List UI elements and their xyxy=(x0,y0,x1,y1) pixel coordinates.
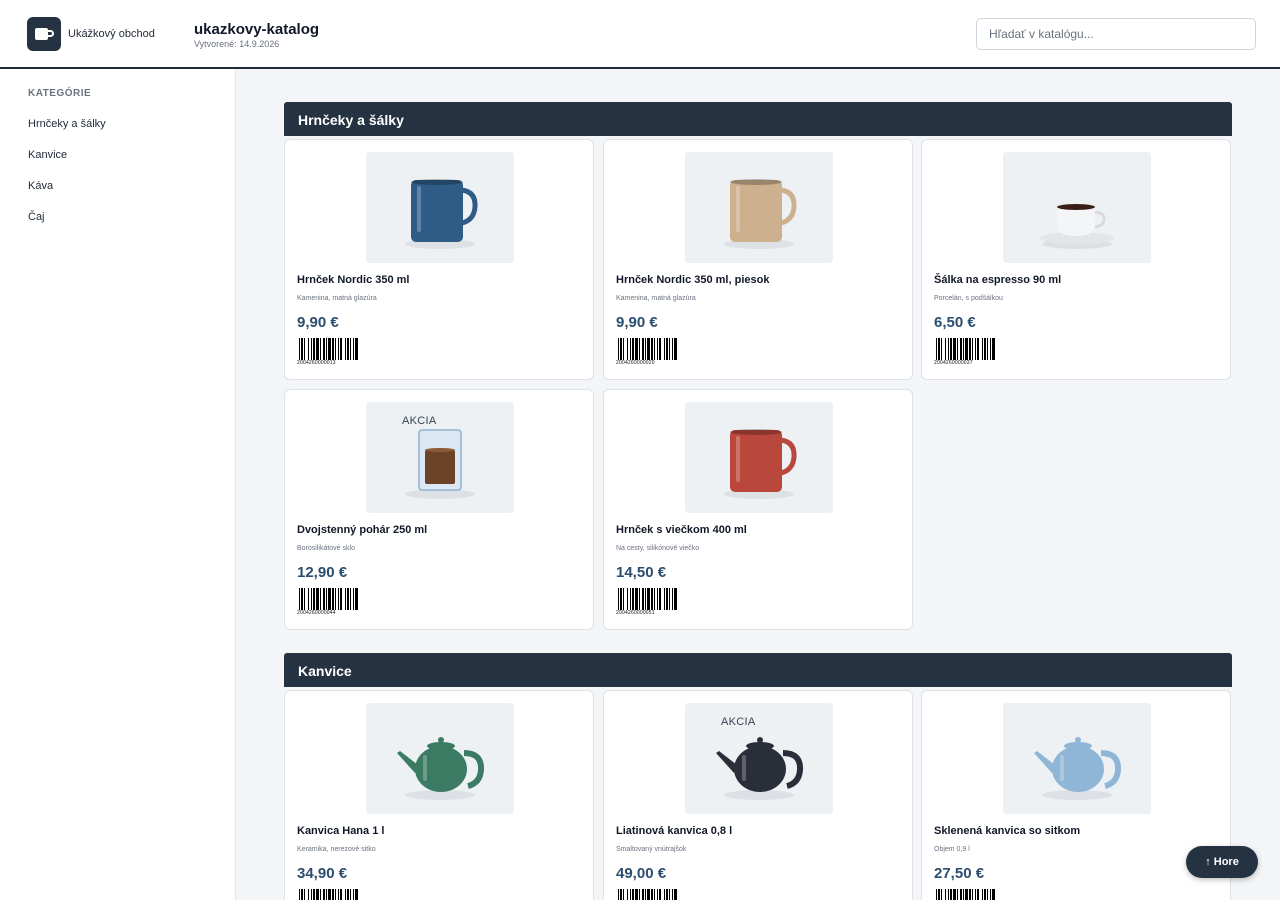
product-price: 34,90 € xyxy=(297,865,348,882)
sale-badge: AKCIA xyxy=(402,415,437,427)
product-name[interactable]: Kanvica Hana 1 l xyxy=(297,825,384,837)
product-card[interactable]: Sklenená kanvica so sitkom Objem 0,9 l 27,… xyxy=(921,690,1231,900)
product-description: Porcelán, s podšálkou xyxy=(934,295,1003,302)
product-card[interactable]: AKCIA Liatinová kanvica 0,8 l Smaltovaný v… xyxy=(603,690,913,900)
barcode-icon xyxy=(616,588,686,610)
product-description: Kamenina, matná glazúra xyxy=(297,295,377,302)
product-image[interactable]: AKCIA xyxy=(685,703,833,814)
header: Ukážkový obchod ukazkovy-katalog Vytvore… xyxy=(0,0,1280,69)
product-card[interactable]: Šálka na espresso 90 ml Porcelán, s podšá… xyxy=(921,139,1231,380)
sidebar-item-kanvice[interactable]: Kanvice xyxy=(28,149,67,161)
title-block: ukazkovy-katalog Vytvorené: 14.9.2026 xyxy=(194,21,319,50)
barcode-icon xyxy=(616,338,686,360)
product-description: Borosilikátové sklo xyxy=(297,545,355,552)
sidebar-heading: KATEGÓRIE xyxy=(28,88,92,99)
product-price: 6,50 € xyxy=(934,314,976,331)
product-name[interactable]: Hrnček Nordic 350 ml, piesok xyxy=(616,274,769,286)
product-card[interactable]: Kanvica Hana 1 l Keramika, nerezové sitko… xyxy=(284,690,594,900)
product-price: 9,90 € xyxy=(616,314,658,331)
barcode-icon xyxy=(297,588,367,610)
product-price: 14,50 € xyxy=(616,564,667,581)
product-ean: 2004260000013 xyxy=(297,360,336,366)
product-name[interactable]: Dvojstenný pohár 250 ml xyxy=(297,524,427,536)
product-ean: 2004260000051 xyxy=(616,610,655,616)
product-card[interactable]: AKCIA Dvojstenný pohár 250 ml Borosilikáto… xyxy=(284,389,594,630)
back-to-top-button[interactable]: ↑ Hore xyxy=(1186,846,1258,878)
barcode-icon xyxy=(297,889,367,900)
page-title: ukazkovy-katalog xyxy=(194,21,320,38)
product-image[interactable] xyxy=(1003,703,1151,814)
product-image[interactable] xyxy=(685,402,833,513)
product-ean: 2004260000037 xyxy=(934,360,973,366)
product-name[interactable]: Liatinová kanvica 0,8 l xyxy=(616,825,732,837)
product-image[interactable] xyxy=(1003,152,1151,263)
product-ean: 2004260000020 xyxy=(616,360,655,366)
search-input[interactable] xyxy=(976,18,1256,50)
product-description: Na cesty, silikónové viečko xyxy=(616,545,700,552)
product-description: Kamenina, matná glazúra xyxy=(616,295,696,302)
product-card[interactable]: Hrnček Nordic 350 ml Kamenina, matná glaz… xyxy=(284,139,594,380)
barcode-icon xyxy=(934,889,1004,900)
product-description: Smaltovaný vnútrajšok xyxy=(616,846,687,853)
product-name[interactable]: Sklenená kanvica so sitkom xyxy=(934,825,1080,837)
product-card[interactable]: Hrnček s viečkom 400 ml Na cesty, silikón… xyxy=(603,389,913,630)
barcode-icon xyxy=(297,338,367,360)
product-card[interactable]: Hrnček Nordic 350 ml, piesok Kamenina, ma… xyxy=(603,139,913,380)
barcode-icon xyxy=(616,889,686,900)
product-image[interactable] xyxy=(685,152,833,263)
sidebar-item-kava[interactable]: Káva xyxy=(28,180,53,192)
product-price: 12,90 € xyxy=(297,564,348,581)
sidebar: KATEGÓRIE Hrnčeky a šálky Kanvice Káva Č… xyxy=(0,69,236,900)
barcode-icon xyxy=(934,338,1004,360)
product-name[interactable]: Šálka na espresso 90 ml xyxy=(934,274,1061,286)
product-image[interactable] xyxy=(366,703,514,814)
shop-logo[interactable] xyxy=(27,17,61,51)
product-name[interactable]: Hrnček Nordic 350 ml xyxy=(297,274,410,286)
sale-badge: AKCIA xyxy=(721,716,756,728)
section-header: Kanvice xyxy=(284,653,1232,687)
sidebar-item-hrnceky[interactable]: Hrnčeky a šálky xyxy=(28,118,106,130)
product-image[interactable] xyxy=(366,152,514,263)
product-ean: 2004260000044 xyxy=(297,610,336,616)
created-date: Vytvorené: 14.9.2026 xyxy=(194,39,280,49)
product-price: 9,90 € xyxy=(297,314,339,331)
product-description: Objem 0,9 l xyxy=(934,846,970,853)
section-header: Hrnčeky a šálky xyxy=(284,102,1232,136)
cup-icon xyxy=(35,28,54,40)
shop-name: Ukážkový obchod xyxy=(68,28,155,40)
product-name[interactable]: Hrnček s viečkom 400 ml xyxy=(616,524,747,536)
product-price: 49,00 € xyxy=(616,865,667,882)
sidebar-item-caj[interactable]: Čaj xyxy=(28,211,45,223)
product-image[interactable]: AKCIA xyxy=(366,402,514,513)
product-price: 27,50 € xyxy=(934,865,985,882)
product-description: Keramika, nerezové sitko xyxy=(297,846,376,853)
